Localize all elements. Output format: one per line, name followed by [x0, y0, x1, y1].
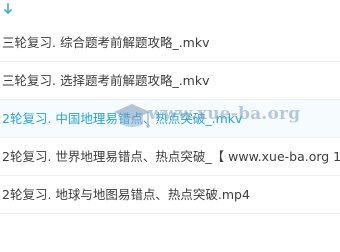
file-name: 2轮复习. 地球与地图易错点、热点突破.mp4: [2, 187, 250, 202]
file-row-selected[interactable]: 2轮复习. 中国地理易错点、热点突破_.mkv: [0, 100, 340, 138]
file-name: 2轮复习. 世界地理易错点、热点突破_【 www.xue-ba.org 11年学…: [2, 149, 340, 164]
sort-descending-icon[interactable]: [2, 1, 14, 15]
file-name: 2轮复习. 中国地理易错点、热点突破_.mkv: [2, 111, 243, 126]
column-header: [0, 0, 340, 24]
file-name: 三轮复习. 选择题考前解题攻略_.mkv: [2, 73, 210, 88]
file-list-panel: 三轮复习. 综合题考前解题攻略_.mkv 三轮复习. 选择题考前解题攻略_.mk…: [0, 0, 340, 252]
file-row[interactable]: 2轮复习. 世界地理易错点、热点突破_【 www.xue-ba.org 11年学…: [0, 138, 340, 176]
file-name: 三轮复习. 综合题考前解题攻略_.mkv: [2, 35, 210, 50]
file-row[interactable]: 三轮复习. 选择题考前解题攻略_.mkv: [0, 62, 340, 100]
file-row[interactable]: 2轮复习. 地球与地图易错点、热点突破.mp4: [0, 176, 340, 214]
file-row[interactable]: 三轮复习. 综合题考前解题攻略_.mkv: [0, 24, 340, 62]
